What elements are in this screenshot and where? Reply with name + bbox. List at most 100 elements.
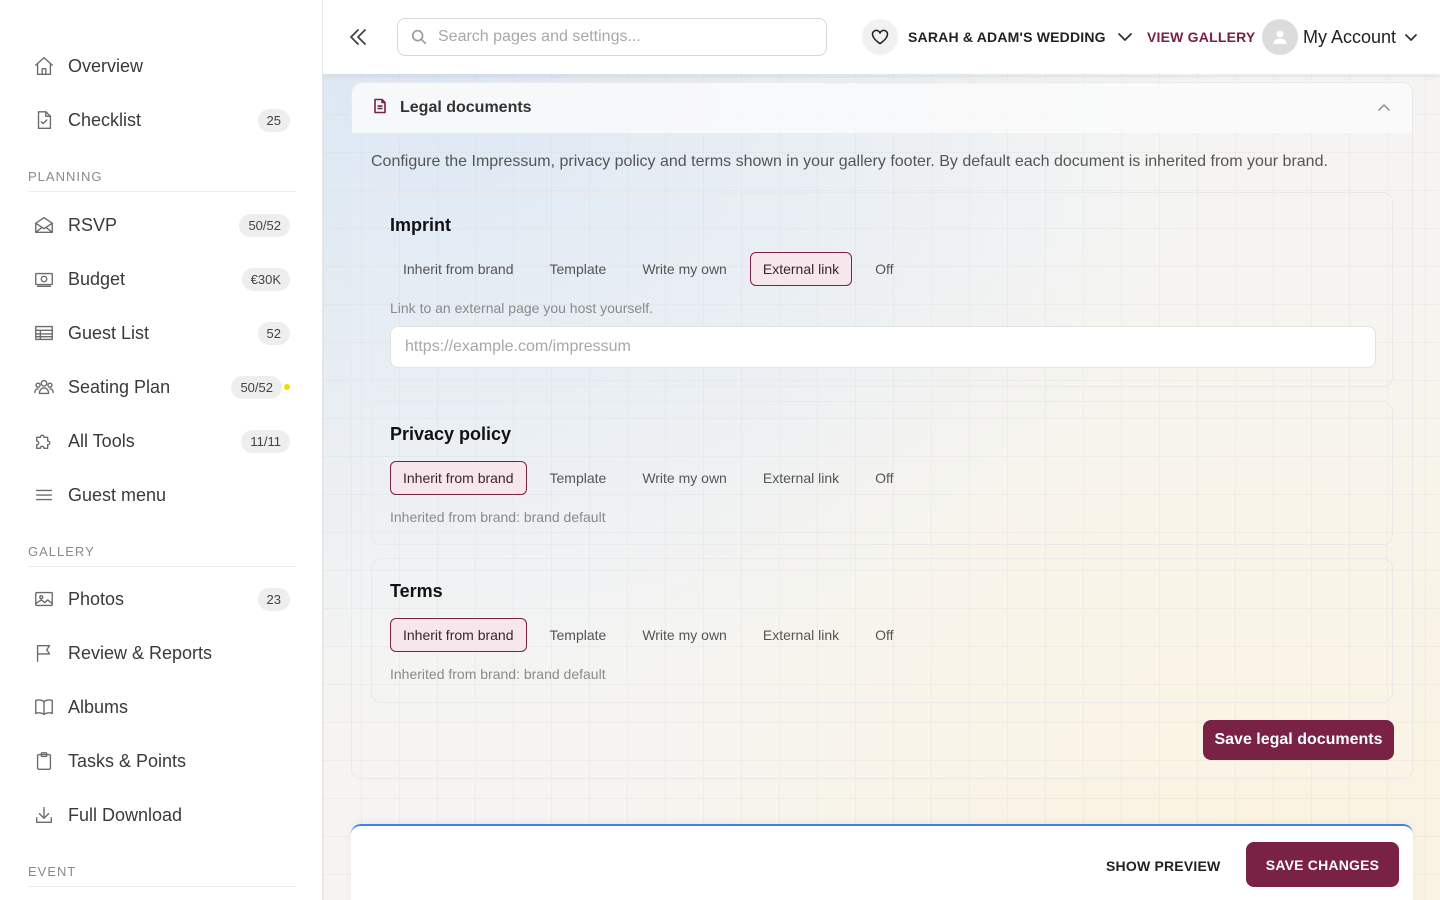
imprint-source-options: Inherit from brand Template Write my own…	[390, 252, 917, 286]
sidebar-item-label: Budget	[68, 268, 126, 289]
option-template[interactable]: Template	[537, 618, 620, 652]
search-box[interactable]	[397, 18, 827, 56]
hint-text: Inherited from brand: brand default	[390, 666, 606, 682]
save-changes-button[interactable]: SAVE CHANGES	[1246, 842, 1399, 887]
option-write-my-own[interactable]: Write my own	[629, 618, 740, 652]
hint-text: Link to an external page you host yourse…	[390, 300, 654, 316]
money-icon	[20, 268, 68, 290]
terms-section: Terms Inherit from brand Template Write …	[371, 558, 1393, 703]
image-icon	[20, 588, 68, 610]
top-bar: SARAH & ADAM'S WEDDING VIEW GALLERY My A…	[323, 0, 1440, 74]
event-selector[interactable]: SARAH & ADAM'S WEDDING	[862, 19, 1134, 55]
sidebar-item-overview[interactable]: Overview	[20, 46, 296, 86]
imprint-section: Imprint Inherit from brand Template Writ…	[371, 192, 1393, 387]
section-label-event: EVENT	[28, 864, 296, 887]
section-title: Terms	[390, 581, 443, 601]
save-legal-documents-button[interactable]: Save legal documents	[1203, 720, 1394, 760]
sidebar-item-label: Overview	[68, 55, 144, 76]
sidebar-item-budget[interactable]: Budget €30K	[20, 259, 296, 299]
terms-source-options: Inherit from brand Template Write my own…	[390, 618, 917, 652]
sidebar-item-full-download[interactable]: Full Download	[20, 795, 296, 835]
option-external-link[interactable]: External link	[750, 461, 852, 495]
option-off[interactable]: Off	[862, 618, 906, 652]
option-external-link[interactable]: External link	[750, 618, 852, 652]
home-icon	[20, 55, 68, 77]
sidebar-item-review-reports[interactable]: Review & Reports	[20, 633, 296, 673]
option-write-my-own[interactable]: Write my own	[629, 252, 740, 286]
sidebar-item-seating-plan[interactable]: Seating Plan 50/52	[20, 367, 296, 407]
chevron-down-icon	[1402, 28, 1420, 46]
double-chevron-left-icon	[350, 29, 366, 45]
download-icon	[20, 804, 68, 826]
sidebar-item-albums[interactable]: Albums	[20, 687, 296, 727]
legal-documents-header[interactable]: Legal documents	[352, 83, 1412, 133]
option-off[interactable]: Off	[862, 461, 906, 495]
option-inherit-from-brand[interactable]: Inherit from brand	[390, 461, 527, 495]
sidebar-item-guest-menu[interactable]: Guest menu	[20, 475, 296, 515]
sidebar-item-guest-list[interactable]: Guest List 52	[20, 313, 296, 353]
sidebar-item-rsvp[interactable]: RSVP 50/52	[20, 205, 296, 245]
privacy-source-options: Inherit from brand Template Write my own…	[390, 461, 917, 495]
sidebar-item-label: Full Download	[68, 804, 183, 825]
external-link-url-input[interactable]	[390, 326, 1376, 368]
collapse-sidebar-button[interactable]	[345, 24, 371, 50]
option-template[interactable]: Template	[537, 252, 620, 286]
count-badge: 25	[257, 108, 290, 132]
count-badge: 50/52	[231, 375, 282, 399]
puzzle-icon	[20, 430, 68, 452]
option-template[interactable]: Template	[537, 461, 620, 495]
amount-badge: €30K	[241, 267, 290, 291]
count-badge: 11/11	[241, 429, 290, 453]
sidebar-item-checklist[interactable]: Checklist 25	[20, 100, 296, 140]
option-inherit-from-brand[interactable]: Inherit from brand	[390, 252, 527, 286]
sidebar-item-label: Seating Plan	[68, 376, 171, 397]
count-badge: 23	[257, 587, 290, 611]
sidebar-item-label: Guest menu	[68, 484, 167, 505]
count-badge: 50/52	[239, 213, 290, 237]
main-content: SARAH & ADAM'S WEDDING VIEW GALLERY My A…	[323, 0, 1440, 900]
chevron-up-icon[interactable]	[1376, 100, 1392, 121]
envelope-icon	[20, 214, 68, 236]
checklist-icon	[20, 109, 68, 131]
option-external-link[interactable]: External link	[749, 252, 853, 286]
sidebar-item-photos[interactable]: Photos 23	[20, 579, 296, 619]
table-icon	[20, 322, 68, 344]
people-icon	[20, 376, 68, 398]
bottom-action-bar: SHOW PREVIEW SAVE CHANGES	[351, 824, 1413, 900]
legal-documents-card: Legal documents Configure the Impressum,…	[351, 82, 1413, 779]
account-label: My Account	[1303, 26, 1397, 47]
clipboard-icon	[20, 750, 68, 772]
privacy-policy-section: Privacy policy Inherit from brand Templa…	[371, 401, 1393, 545]
sidebar-item-label: Guest List	[68, 322, 150, 343]
card-description: Configure the Impressum, privacy policy …	[371, 153, 1328, 170]
section-title: Privacy policy	[390, 424, 512, 444]
heart-icon	[862, 19, 898, 55]
hint-text: Inherited from brand: brand default	[390, 509, 606, 525]
event-name: SARAH & ADAM'S WEDDING	[908, 29, 1106, 45]
account-menu[interactable]: My Account	[1262, 19, 1420, 55]
section-label-planning: PLANNING	[28, 169, 296, 192]
flag-icon	[20, 642, 68, 664]
sidebar-item-all-tools[interactable]: All Tools 11/11	[20, 421, 296, 461]
option-off[interactable]: Off	[862, 252, 906, 286]
section-title: Imprint	[390, 215, 451, 235]
menu-icon	[20, 484, 68, 506]
document-icon	[372, 98, 388, 119]
sidebar: Overview Checklist 25 PLANNING RSVP 50/5…	[0, 0, 323, 900]
option-inherit-from-brand[interactable]: Inherit from brand	[390, 618, 527, 652]
sidebar-item-label: Review & Reports	[68, 642, 213, 663]
sidebar-item-label: Photos	[68, 588, 125, 609]
section-label-gallery: GALLERY	[28, 544, 296, 567]
card-title: Legal documents	[400, 99, 532, 116]
view-gallery-link[interactable]: VIEW GALLERY	[1147, 29, 1255, 45]
show-preview-button[interactable]: SHOW PREVIEW	[1106, 858, 1220, 874]
sidebar-item-label: Checklist	[68, 109, 142, 130]
sidebar-item-tasks-points[interactable]: Tasks & Points	[20, 741, 296, 781]
search-icon	[411, 29, 427, 45]
option-write-my-own[interactable]: Write my own	[629, 461, 740, 495]
book-icon	[20, 696, 68, 718]
chevron-down-icon	[1116, 28, 1134, 46]
count-badge: 52	[257, 321, 290, 345]
sidebar-item-label: Tasks & Points	[68, 750, 187, 771]
search-input[interactable]	[438, 28, 818, 46]
